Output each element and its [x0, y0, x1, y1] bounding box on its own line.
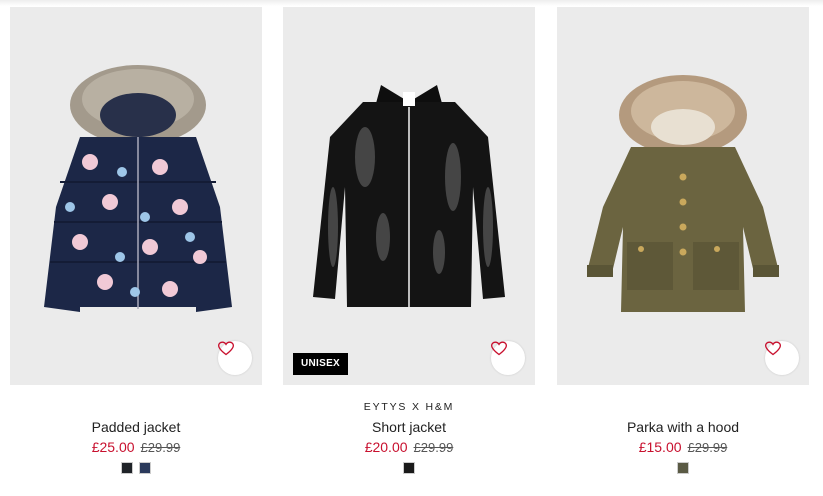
unisex-badge: UNISEX	[293, 353, 349, 375]
sale-price: £20.00	[364, 439, 408, 455]
favourite-button[interactable]	[218, 341, 252, 375]
color-swatch[interactable]	[121, 462, 133, 474]
color-swatch[interactable]	[403, 462, 415, 474]
top-divider	[0, 0, 823, 6]
original-price: £29.99	[687, 440, 728, 455]
favourite-button[interactable]	[765, 341, 799, 375]
product-image[interactable]	[557, 7, 809, 385]
color-swatch[interactable]	[677, 462, 689, 474]
sale-price: £15.00	[638, 439, 682, 455]
color-swatch[interactable]	[139, 462, 151, 474]
product-image[interactable]	[10, 7, 262, 385]
product-title[interactable]: Short jacket	[283, 419, 535, 435]
product-prices: £25.00 £29.99	[10, 439, 262, 455]
product-image[interactable]: UNISEX	[283, 7, 535, 385]
heart-outline-icon	[765, 341, 781, 356]
product-card[interactable]: Padded jacket £25.00 £29.99	[10, 7, 262, 496]
color-swatches	[10, 462, 262, 474]
heart-outline-icon	[491, 341, 507, 356]
heart-outline-icon	[218, 341, 234, 356]
favourite-button[interactable]	[491, 341, 525, 375]
short-jacket-image	[313, 85, 505, 307]
product-title[interactable]: Parka with a hood	[557, 419, 809, 435]
color-swatches	[557, 462, 809, 474]
product-card[interactable]: UNISEX EYTYS X H&M Short jacket £20.00 £2…	[283, 7, 535, 496]
product-brand: EYTYS X H&M	[363, 401, 455, 413]
padded-jacket-image	[44, 65, 232, 312]
product-title[interactable]: Padded jacket	[10, 419, 262, 435]
original-price: £29.99	[140, 440, 181, 455]
original-price: £29.99	[413, 440, 454, 455]
product-grid: Padded jacket £25.00 £29.99 UNISEX EYTYS…	[10, 7, 810, 496]
product-card[interactable]: Parka with a hood £15.00 £29.99	[557, 7, 809, 496]
parka-image	[587, 75, 779, 312]
color-swatches	[283, 462, 535, 474]
product-prices: £20.00 £29.99	[283, 439, 535, 455]
sale-price: £25.00	[91, 439, 135, 455]
product-prices: £15.00 £29.99	[557, 439, 809, 455]
